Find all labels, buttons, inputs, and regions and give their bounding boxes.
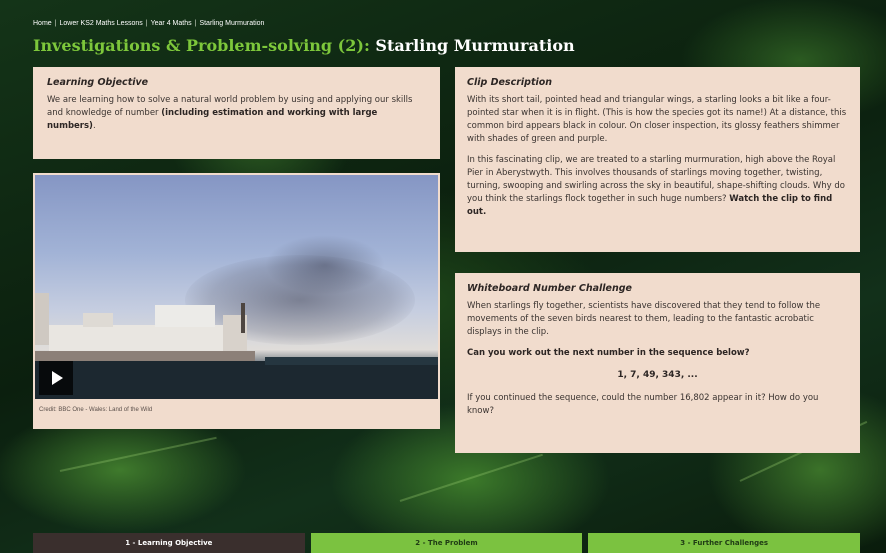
learning-objective-panel: Learning Objective We are learning how t… [33, 67, 440, 159]
breadcrumb: Home | Lower KS2 Maths Lessons | Year 4 … [33, 20, 265, 27]
number-challenge-panel: Whiteboard Number Challenge When starlin… [455, 273, 860, 453]
clip-description-para1: With its short tail, pointed head and tr… [467, 95, 847, 144]
clip-description-heading: Clip Description [467, 77, 553, 88]
breadcrumb-home[interactable]: Home [33, 20, 52, 27]
breadcrumb-year4[interactable]: Year 4 Maths [151, 20, 192, 27]
lesson-tabs: 1 - Learning Objective 2 - The Problem 3… [33, 533, 861, 553]
tab-learning-objective[interactable]: 1 - Learning Objective [33, 533, 305, 553]
number-sequence: 1, 7, 49, 343, ... [617, 370, 698, 380]
number-challenge-question: Can you work out the next number in the … [467, 348, 750, 358]
video-player[interactable] [35, 175, 438, 399]
tab-the-problem[interactable]: 2 - The Problem [310, 533, 583, 553]
clip-description-para2: In this fascinating clip, we are treated… [467, 155, 845, 217]
number-challenge-para1: When starlings fly together, scientists … [467, 301, 821, 337]
video-credit: Credit: BBC One - Wales: Land of the Wil… [39, 407, 153, 413]
learning-objective-heading: Learning Objective [47, 77, 149, 88]
page-title-rest: Starling Murmuration [375, 36, 575, 55]
tab-further-challenges[interactable]: 3 - Further Challenges [588, 533, 861, 553]
video-panel: Credit: BBC One - Wales: Land of the Wil… [33, 173, 440, 429]
clip-description-panel: Clip Description With its short tail, po… [455, 67, 860, 252]
page-title-lead: Investigations & Problem-solving (2): [33, 36, 370, 55]
number-challenge-heading: Whiteboard Number Challenge [467, 283, 632, 294]
play-button[interactable] [39, 361, 73, 395]
breadcrumb-lower-ks2[interactable]: Lower KS2 Maths Lessons [60, 20, 143, 27]
number-challenge-para2: If you continued the sequence, could the… [467, 393, 819, 416]
learning-objective-text: We are learning how to solve a natural w… [47, 95, 413, 131]
breadcrumb-current[interactable]: Starling Murmuration [199, 20, 264, 27]
page-title: Investigations & Problem-solving (2): St… [33, 36, 575, 55]
